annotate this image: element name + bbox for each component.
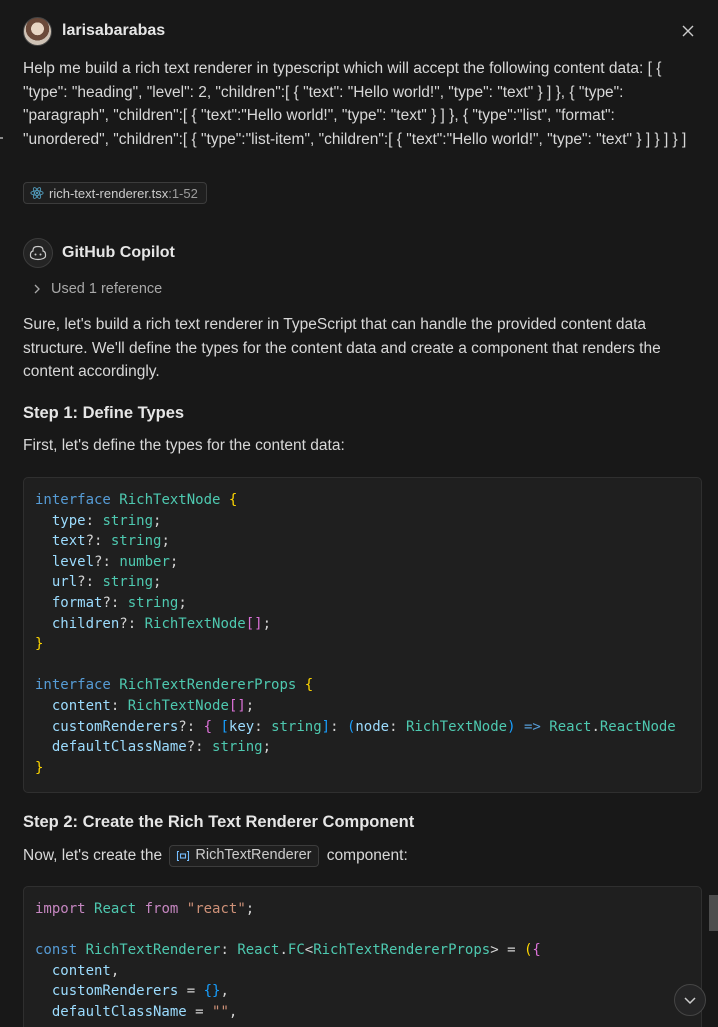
user-message-header: larisabarabas [23,15,698,47]
symbol-variable-icon [177,850,190,861]
scrollbar-thumb[interactable] [709,895,718,931]
inline-symbol-label: RichTextRenderer [195,847,312,864]
assistant-intro: Sure, let's build a rich text renderer i… [23,316,661,380]
react-atom-icon [30,187,44,199]
close-icon[interactable] [678,21,698,41]
code-block-types[interactable]: interface RichTextNode { type: string; t… [23,477,702,793]
editor-edge-marker [0,137,3,139]
code-block-component[interactable]: import React from "react"; const RichTex… [23,886,702,1027]
file-reference-chip[interactable]: rich-text-renderer.tsx:1-52 [23,182,207,204]
step2-text: Now, let's create the RichTextRenderer c… [23,844,703,868]
step2-heading: Step 2: Create the Rich Text Renderer Co… [23,813,415,831]
assistant-header: GitHub Copilot [23,237,175,269]
file-reference-lines: :1-52 [168,185,198,201]
step1-heading: Step 1: Define Types [23,404,185,422]
chevron-down-icon [684,996,696,1004]
user-name: larisabarabas [62,22,166,39]
inline-symbol-reference[interactable]: RichTextRenderer [169,844,320,867]
used-references-toggle[interactable]: Used 1 reference [33,281,162,297]
step2-text-after: component: [326,847,408,864]
assistant-name: GitHub Copilot [62,244,175,261]
step1-text: First, let's define the types for the co… [23,437,345,454]
copilot-icon [23,238,53,268]
user-prompt-text: Help me build a rich text renderer in ty… [23,60,687,148]
user-avatar [23,16,52,46]
scroll-to-bottom-button[interactable] [674,984,706,1016]
used-references-label: Used 1 reference [51,281,163,297]
chevron-right-icon [34,284,40,294]
step2-text-before: Now, let's create the [23,847,163,864]
file-reference-name: rich-text-renderer.tsx [49,185,169,201]
